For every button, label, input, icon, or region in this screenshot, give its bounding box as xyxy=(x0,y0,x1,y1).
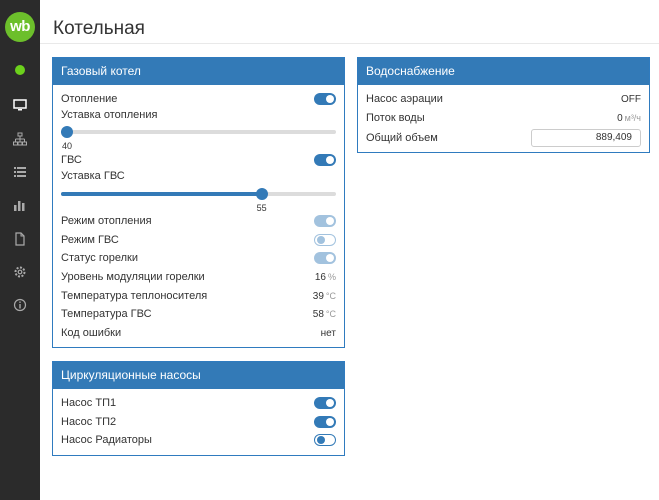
slider-thumb[interactable] xyxy=(61,126,73,138)
aeration-pump-row: Насос аэрации OFF xyxy=(366,91,641,107)
gas-boiler-panel: Газовый котел Отопление Уставка отоплени… xyxy=(52,57,345,348)
sidebar: wb xyxy=(0,0,40,500)
modulation-row: Уровень модуляции горелки 16% xyxy=(61,269,336,285)
header-divider xyxy=(40,43,659,44)
modulation-value: 16 xyxy=(314,271,326,283)
burner-status-label: Статус горелки xyxy=(61,252,138,264)
dhw-toggle[interactable] xyxy=(314,154,336,166)
pump-tp1-row: Насос ТП1 xyxy=(61,395,336,411)
modulation-value-wrap: 16% xyxy=(315,272,336,283)
dhw-temp-value: 58 xyxy=(312,308,324,320)
heating-mode-toggle xyxy=(314,215,336,227)
pump-radiators-label: Насос Радиаторы xyxy=(61,434,152,446)
nav-dashboard[interactable] xyxy=(0,95,40,115)
pump-tp2-row: Насос ТП2 xyxy=(61,414,336,430)
nav-history[interactable] xyxy=(0,195,40,215)
pump-radiators-toggle[interactable] xyxy=(314,434,336,446)
heating-toggle[interactable] xyxy=(314,93,336,105)
page-title: Котельная xyxy=(53,18,145,39)
error-code-value: нет xyxy=(320,327,336,339)
total-volume-label: Общий объем xyxy=(366,131,438,144)
heating-label: Отопление xyxy=(61,93,118,105)
dhw-mode-toggle xyxy=(314,234,336,246)
panel-title: Газовый котел xyxy=(53,58,344,85)
aeration-pump-label: Насос аэрации xyxy=(366,93,443,105)
slider-thumb[interactable] xyxy=(255,188,268,200)
dhw-row: ГВС xyxy=(61,152,336,168)
slider-track xyxy=(61,130,336,134)
dhw-temp-row: Температура ГВС 58 °C xyxy=(61,306,336,322)
water-flow-label: Поток воды xyxy=(366,112,425,124)
nav-widgets[interactable] xyxy=(0,162,40,182)
pump-radiators-row: Насос Радиаторы xyxy=(61,432,336,448)
dhw-mode-label: Режим ГВС xyxy=(61,234,119,246)
heating-setpoint-label: Уставка отопления xyxy=(61,109,158,121)
modulation-label: Уровень модуляции горелки xyxy=(61,271,205,283)
burner-status-row: Статус горелки xyxy=(61,250,336,266)
monitor-icon xyxy=(13,99,27,111)
aeration-pump-value: OFF xyxy=(621,93,641,105)
error-code-label: Код ошибки xyxy=(61,327,122,339)
heating-mode-row: Режим отопления xyxy=(61,213,336,229)
pump-tp1-label: Насос ТП1 xyxy=(61,397,117,409)
pump-tp2-toggle[interactable] xyxy=(314,416,336,428)
gear-icon xyxy=(14,266,26,278)
dhw-label: ГВС xyxy=(61,154,82,166)
water-flow-value-wrap: 0 м³/ч xyxy=(617,113,641,124)
nav-about[interactable] xyxy=(0,295,40,315)
pump-tp1-toggle[interactable] xyxy=(314,397,336,409)
nav-settings[interactable] xyxy=(0,262,40,282)
coolant-temp-label: Температура теплоносителя xyxy=(61,290,208,302)
error-code-row: Код ошибки нет xyxy=(61,325,336,341)
dhw-setpoint-label: Уставка ГВС xyxy=(61,170,125,182)
file-icon xyxy=(15,232,25,246)
heating-setpoint-value: 40 xyxy=(62,141,73,151)
coolant-temp-row: Температура теплоносителя 39 °C xyxy=(61,288,336,304)
total-volume-field[interactable]: 889,409 xyxy=(531,128,641,147)
total-volume-row: Общий объем 889,409 xyxy=(366,128,641,147)
dhw-temp-unit: °C xyxy=(325,308,336,319)
heating-setpoint-slider[interactable] xyxy=(61,126,336,138)
coolant-temp-value-wrap: 39 °C xyxy=(313,291,336,302)
panel-title: Водоснабжение xyxy=(358,58,649,85)
circulation-pumps-panel: Циркуляционные насосы Насос ТП1 Насос ТП… xyxy=(52,361,345,456)
dhw-setpoint-value: 55 xyxy=(256,203,267,213)
info-icon xyxy=(13,298,27,312)
heating-setpoint-row: Уставка отопления xyxy=(61,107,336,123)
nav-devices[interactable] xyxy=(0,129,40,149)
dhw-temp-value-wrap: 58 °C xyxy=(313,309,336,320)
water-flow-unit: м³/ч xyxy=(624,112,641,123)
pump-tp2-label: Насос ТП2 xyxy=(61,416,117,428)
burner-status-toggle xyxy=(314,252,336,264)
wb-logo[interactable]: wb xyxy=(5,12,35,42)
dhw-setpoint-row: Уставка ГВС xyxy=(61,168,336,184)
nav-rules[interactable] xyxy=(0,229,40,249)
bar-chart-icon xyxy=(14,201,25,211)
heating-mode-label: Режим отопления xyxy=(61,215,152,227)
water-flow-row: Поток воды 0 м³/ч xyxy=(366,110,641,126)
network-icon xyxy=(13,132,27,146)
modulation-unit: % xyxy=(327,271,336,282)
list-icon xyxy=(14,167,26,177)
panel-title: Циркуляционные насосы xyxy=(53,362,344,389)
water-supply-panel: Водоснабжение Насос аэрации OFF Поток во… xyxy=(357,57,650,153)
connection-status-indicator xyxy=(15,65,25,75)
dhw-mode-row: Режим ГВС xyxy=(61,232,336,248)
coolant-temp-unit: °C xyxy=(325,290,336,301)
dhw-setpoint-slider[interactable] xyxy=(61,188,336,200)
water-flow-value: 0 xyxy=(617,112,623,124)
coolant-temp-value: 39 xyxy=(312,290,324,302)
heating-row: Отопление xyxy=(61,91,336,107)
dhw-temp-label: Температура ГВС xyxy=(61,308,152,320)
slider-fill xyxy=(61,192,262,196)
